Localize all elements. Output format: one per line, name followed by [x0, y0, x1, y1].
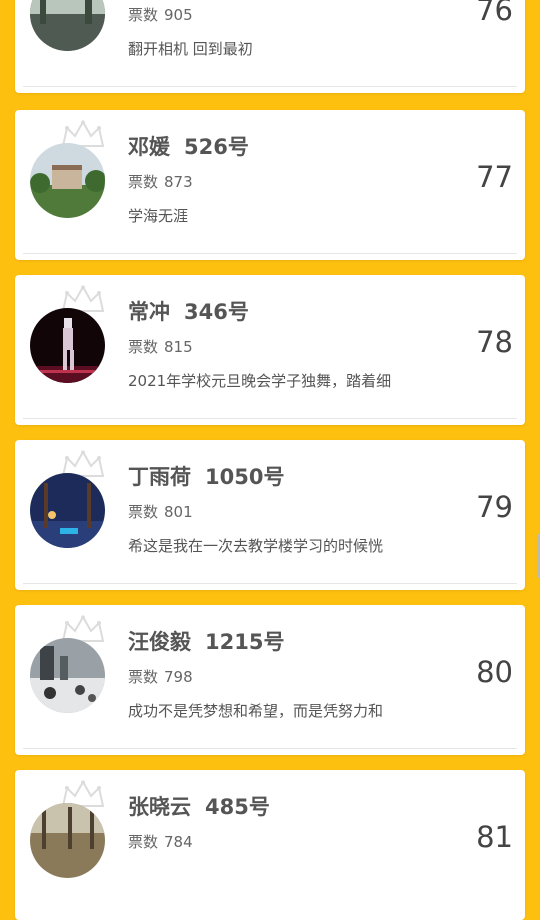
divider — [23, 418, 517, 419]
vote-count: 票数 784 — [128, 833, 193, 851]
avatar — [30, 0, 105, 51]
contestant-card[interactable]: 丁雨荷 1050号 票数 801 希这是我在一次去教学楼学习的时候恍 79 — [15, 440, 525, 590]
divider — [23, 748, 517, 749]
vote-count: 票数 815 — [128, 338, 193, 356]
rank-number: 77 — [476, 160, 513, 194]
avatar — [30, 143, 105, 218]
contestant-card[interactable]: 张晓云 485号 票数 784 81 — [15, 770, 525, 920]
contestant-card[interactable]: 票数 905 翻开相机 回到最初 76 — [15, 0, 525, 93]
vote-count: 票数 801 — [128, 503, 193, 521]
avatar — [30, 308, 105, 383]
divider — [23, 583, 517, 584]
avatar — [30, 803, 105, 878]
rank-number: 78 — [476, 325, 513, 359]
avatar — [30, 473, 105, 548]
description: 成功不是凭梦想和希望，而是凭努力和 — [128, 702, 384, 720]
divider — [23, 253, 517, 254]
description: 学海无涯 — [128, 207, 189, 225]
vote-count: 票数 798 — [128, 668, 193, 686]
description: 翻开相机 回到最初 — [128, 40, 253, 58]
vote-count: 票数 905 — [128, 6, 193, 24]
divider — [23, 86, 517, 87]
rank-number: 81 — [476, 820, 513, 854]
rank-number: 80 — [476, 655, 513, 689]
contestant-name-line: 丁雨荷 1050号 — [128, 465, 285, 489]
contestant-name-line: 邓媛 526号 — [128, 135, 249, 159]
contestant-card[interactable]: 常冲 346号 票数 815 2021年学校元旦晚会学子独舞，踏着细 78 — [15, 275, 525, 425]
vote-count: 票数 873 — [128, 173, 193, 191]
contestant-name-line: 常冲 346号 — [128, 300, 249, 324]
description: 希这是我在一次去教学楼学习的时候恍 — [128, 537, 384, 555]
contestant-name-line: 汪俊毅 1215号 — [128, 630, 285, 654]
description: 2021年学校元旦晚会学子独舞，踏着细 — [128, 372, 392, 390]
contestant-card[interactable]: 邓媛 526号 票数 873 学海无涯 77 — [15, 110, 525, 260]
avatar — [30, 638, 105, 713]
contestant-name-line: 张晓云 485号 — [128, 795, 270, 819]
contestant-card[interactable]: 汪俊毅 1215号 票数 798 成功不是凭梦想和希望，而是凭努力和 80 — [15, 605, 525, 755]
rank-number: 79 — [476, 490, 513, 524]
rank-number: 76 — [476, 0, 513, 27]
